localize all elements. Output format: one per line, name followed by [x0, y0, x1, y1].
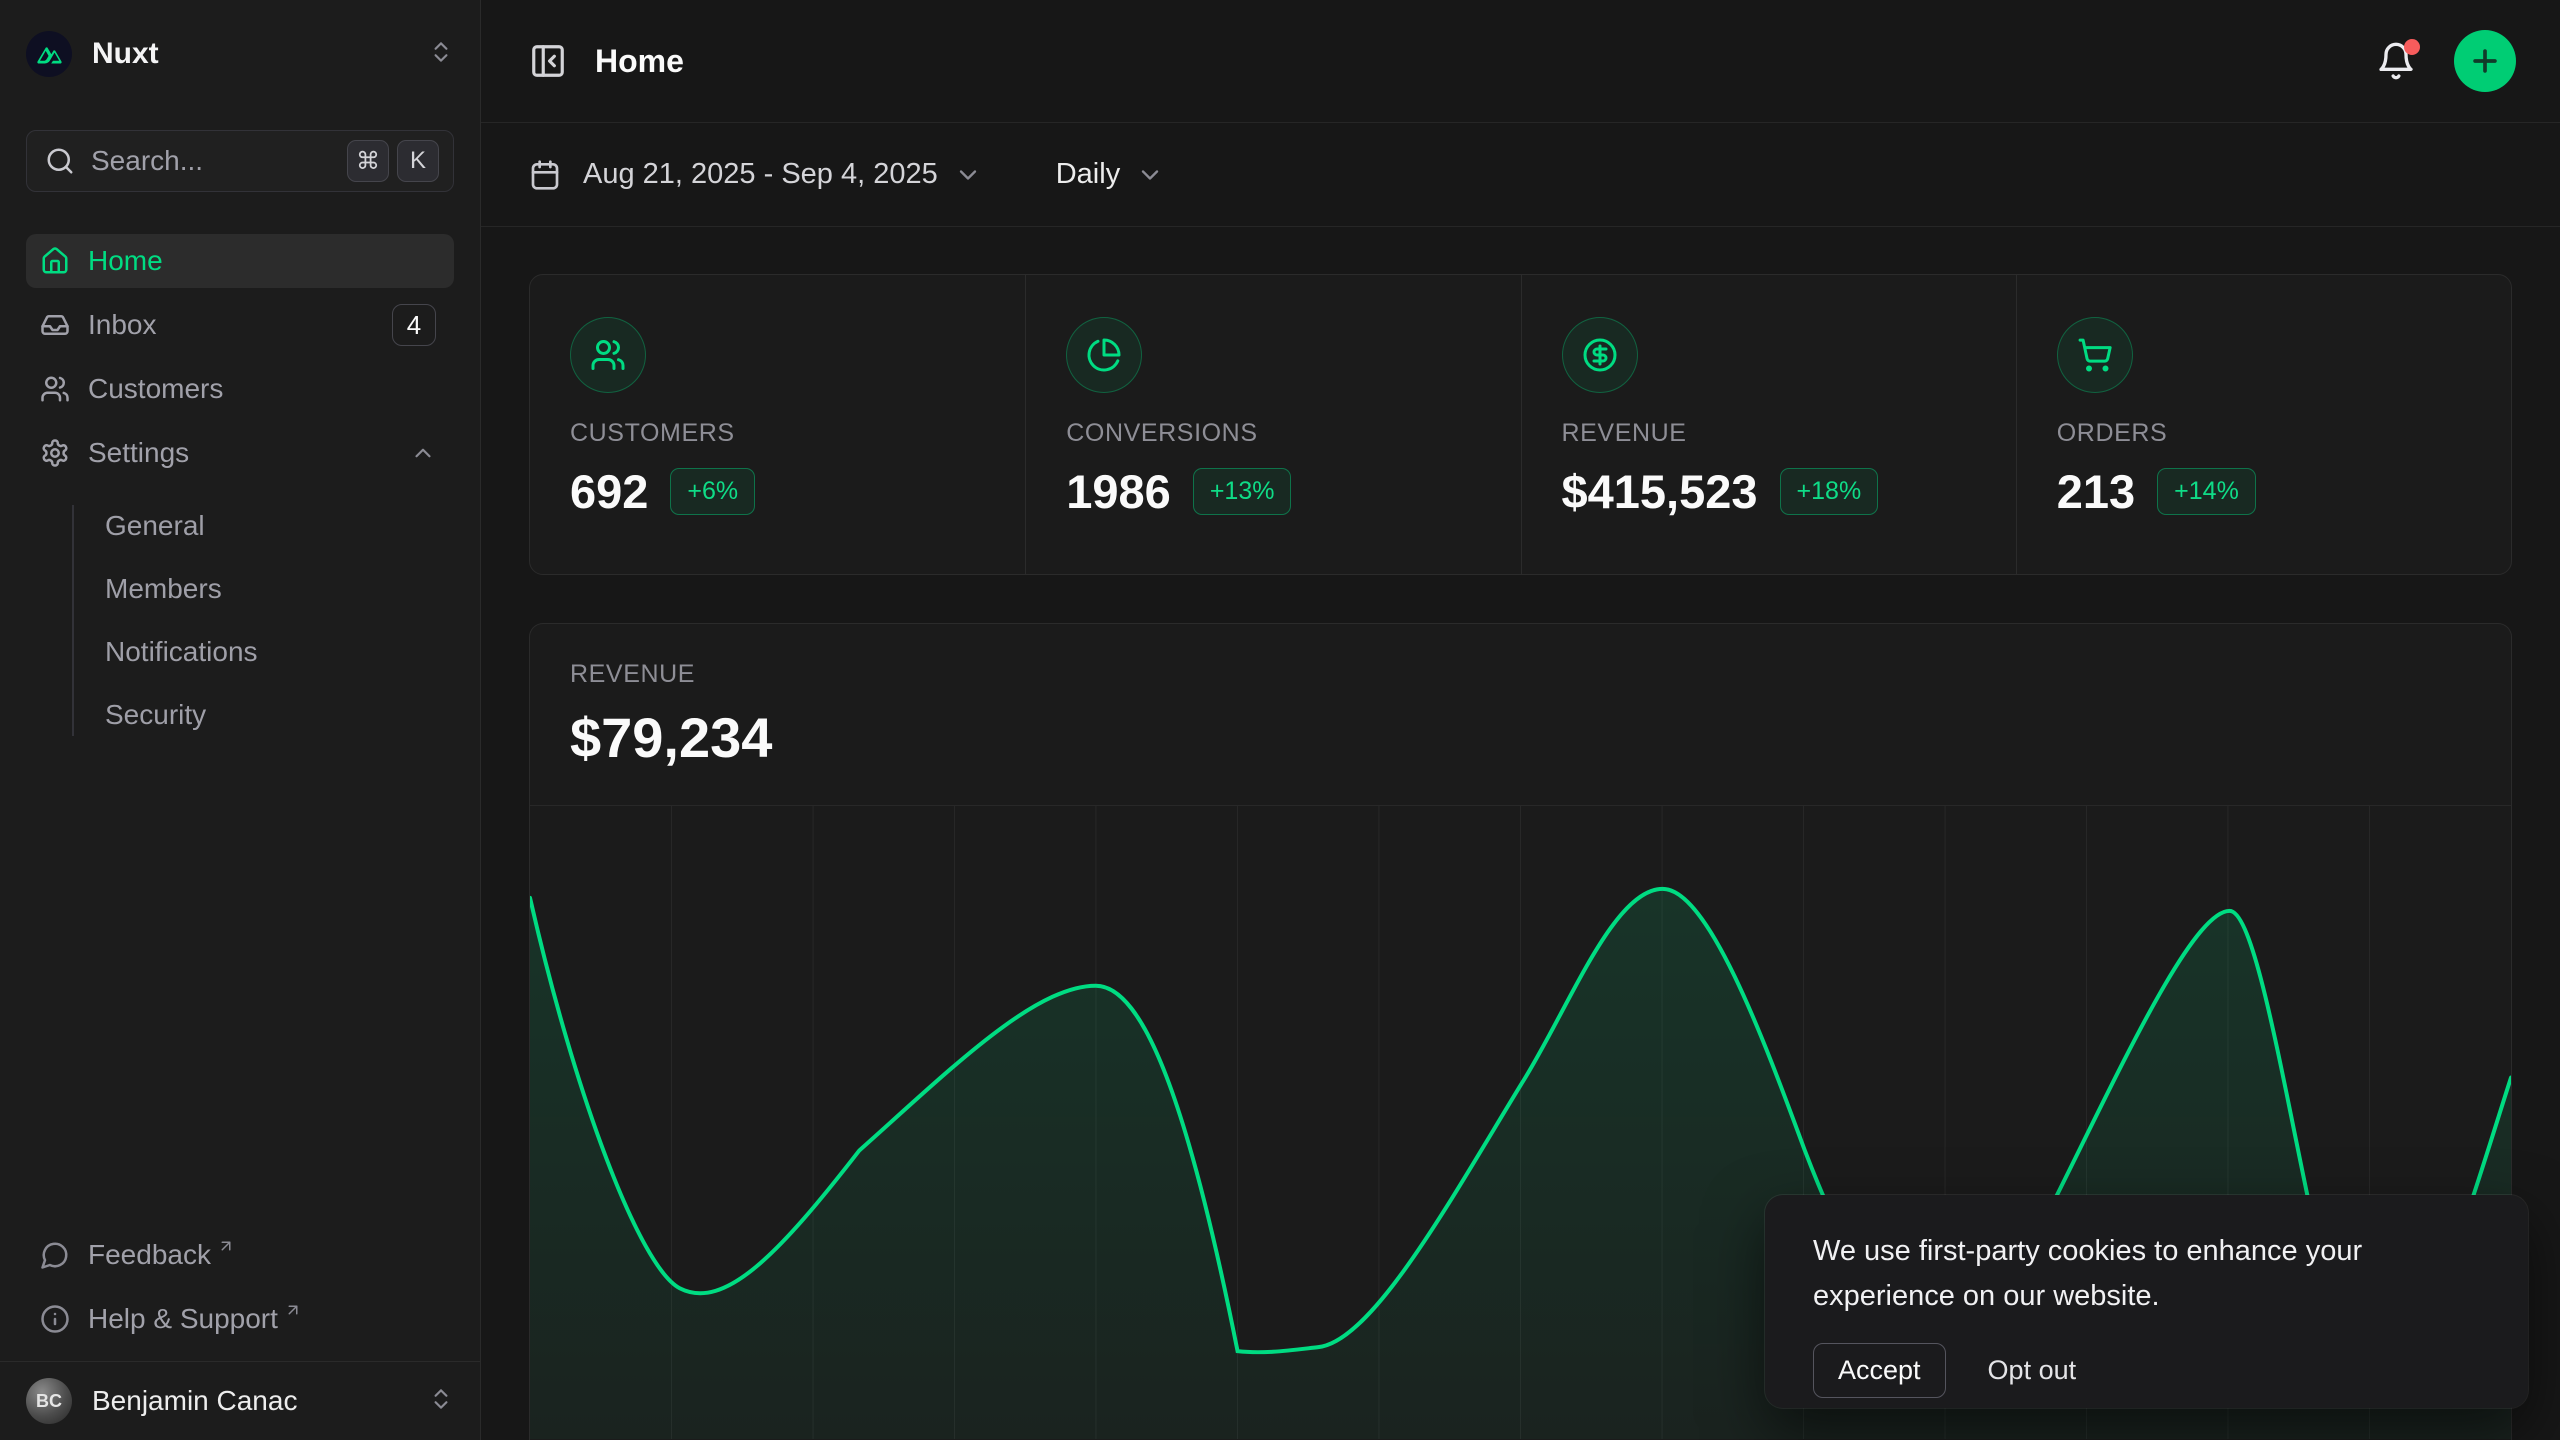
users-icon [40, 374, 70, 404]
dollar-circle-icon [1562, 317, 1638, 393]
sidebar-item-label: Home [88, 245, 436, 277]
external-link-icon [217, 1230, 235, 1262]
sidebar: Nuxt Search... ⌘ K Home [0, 0, 481, 1440]
sidebar-subitem-label: Members [105, 573, 222, 605]
sidebar-item-settings[interactable]: Settings [26, 426, 454, 480]
stat-label: ORDERS [2057, 419, 2471, 448]
stat-value: $415,523 [1562, 464, 1758, 519]
collapse-sidebar-icon[interactable] [529, 42, 567, 80]
search-placeholder: Search... [91, 145, 347, 177]
inbox-icon [40, 310, 70, 340]
sidebar-subitem-label: Notifications [105, 636, 258, 668]
stat-revenue[interactable]: REVENUE $415,523 +18% [1521, 275, 2016, 574]
sidebar-item-label: Settings [88, 437, 410, 469]
pie-chart-icon [1066, 317, 1142, 393]
add-button[interactable] [2454, 30, 2516, 92]
feedback-label: Feedback [88, 1239, 211, 1271]
cart-icon [2057, 317, 2133, 393]
stat-value: 213 [2057, 464, 2135, 519]
chevron-up-icon [410, 440, 436, 466]
sidebar-item-customers[interactable]: Customers [26, 362, 454, 416]
sidebar-item-label: Inbox [88, 309, 392, 341]
kbd-cmd: ⌘ [347, 140, 389, 182]
help-support-label: Help & Support [88, 1303, 278, 1335]
user-name: Benjamin Canac [92, 1385, 428, 1417]
org-name: Nuxt [92, 37, 428, 71]
sidebar-item-members[interactable]: Members [105, 562, 454, 616]
stat-customers[interactable]: CUSTOMERS 692 +6% [530, 275, 1025, 574]
inbox-count-badge: 4 [392, 304, 436, 346]
search-icon [45, 146, 75, 176]
chevron-down-icon [954, 161, 982, 189]
search-input[interactable]: Search... ⌘ K [26, 130, 454, 192]
feedback-link[interactable]: Feedback [26, 1227, 454, 1283]
accept-button[interactable]: Accept [1813, 1343, 1946, 1398]
sidebar-subitem-label: Security [105, 699, 206, 731]
info-circle-icon [40, 1304, 70, 1334]
stat-delta-badge: +18% [1780, 468, 1879, 515]
stat-delta-badge: +6% [670, 468, 755, 515]
message-bubble-icon [40, 1240, 70, 1270]
sidebar-nav: Home Inbox 4 Customers Settings [26, 234, 454, 742]
granularity-select[interactable]: Daily [1056, 158, 1164, 191]
nuxt-logo-icon [26, 31, 72, 77]
sidebar-item-security[interactable]: Security [105, 688, 454, 742]
stat-value: 1986 [1066, 464, 1171, 519]
sidebar-footer: Feedback Help & Support [26, 1227, 454, 1361]
kbd-k: K [397, 140, 439, 182]
plus-icon [2468, 44, 2502, 78]
home-icon [40, 246, 70, 276]
chevron-down-icon [1136, 161, 1164, 189]
help-support-link[interactable]: Help & Support [26, 1291, 454, 1347]
sidebar-item-inbox[interactable]: Inbox 4 [26, 298, 454, 352]
sidebar-item-notifications[interactable]: Notifications [105, 625, 454, 679]
user-menu[interactable]: BC Benjamin Canac [0, 1361, 480, 1440]
notification-dot [2404, 39, 2420, 55]
gear-icon [40, 438, 70, 468]
notifications-button[interactable] [2376, 41, 2416, 81]
date-range-picker[interactable]: Aug 21, 2025 - Sep 4, 2025 [529, 158, 982, 191]
stat-label: REVENUE [1562, 419, 1976, 448]
page-title: Home [595, 43, 2376, 80]
sidebar-item-label: Customers [88, 373, 436, 405]
sidebar-item-general[interactable]: General [105, 499, 454, 553]
toolbar: Aug 21, 2025 - Sep 4, 2025 Daily [481, 123, 2560, 227]
org-switcher[interactable]: Nuxt [26, 22, 454, 86]
external-link-icon [284, 1294, 302, 1326]
granularity-value: Daily [1056, 158, 1120, 191]
stat-orders[interactable]: ORDERS 213 +14% [2016, 275, 2511, 574]
revenue-chart-header: REVENUE $79,234 [530, 624, 2511, 805]
users-icon [570, 317, 646, 393]
sidebar-spacer [26, 742, 454, 1227]
stat-value: 692 [570, 464, 648, 519]
calendar-icon [529, 159, 561, 191]
avatar: BC [26, 1378, 72, 1424]
stats-row: CUSTOMERS 692 +6% CONVERSIONS 1986 +13% [529, 274, 2512, 575]
stat-delta-badge: +14% [2157, 468, 2256, 515]
sidebar-item-home[interactable]: Home [26, 234, 454, 288]
cookie-message: We use first-party cookies to enhance yo… [1813, 1229, 2453, 1319]
stat-label: CUSTOMERS [570, 419, 985, 448]
chevrons-up-down-icon [428, 1386, 454, 1417]
header: Home [481, 0, 2560, 123]
opt-out-button[interactable]: Opt out [1988, 1355, 2077, 1386]
stat-delta-badge: +13% [1193, 468, 1292, 515]
chevrons-up-down-icon [428, 39, 454, 70]
sidebar-subitem-label: General [105, 510, 205, 542]
cookie-banner: We use first-party cookies to enhance yo… [1765, 1195, 2528, 1408]
revenue-chart-label: REVENUE [570, 660, 2471, 689]
stat-conversions[interactable]: CONVERSIONS 1986 +13% [1025, 275, 1520, 574]
revenue-chart-value: $79,234 [570, 705, 2471, 770]
stat-label: CONVERSIONS [1066, 419, 1480, 448]
date-range-text: Aug 21, 2025 - Sep 4, 2025 [583, 158, 938, 191]
settings-submenu: General Members Notifications Security [26, 499, 454, 742]
cookie-actions: Accept Opt out [1813, 1343, 2480, 1398]
